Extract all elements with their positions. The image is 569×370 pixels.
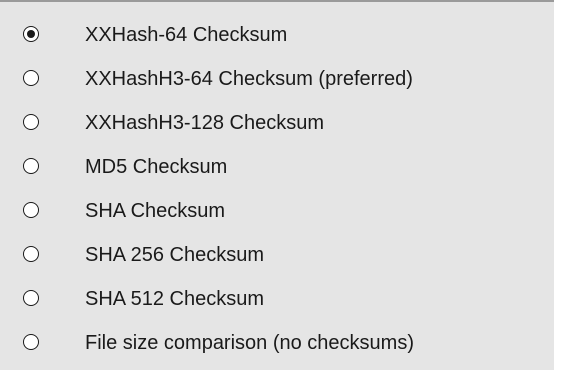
option-label[interactable]: File size comparison (no checksums) [85,331,414,355]
option-sha[interactable]: SHA Checksum [0,191,554,235]
option-xxhashh3-128[interactable]: XXHashH3-128 Checksum [0,103,554,147]
radio-button-icon[interactable] [23,334,39,350]
option-file-size-comparison[interactable]: File size comparison (no checksums) [0,323,554,367]
radio-selected-dot-icon [27,30,35,38]
option-label[interactable]: MD5 Checksum [85,155,227,179]
radio-button-icon[interactable] [23,70,39,86]
option-label[interactable]: XXHashH3-128 Checksum [85,111,324,135]
option-xxhashh3-64[interactable]: XXHashH3-64 Checksum (preferred) [0,59,554,103]
radio-button-icon[interactable] [23,246,39,262]
option-md5[interactable]: MD5 Checksum [0,147,554,191]
option-sha-512[interactable]: SHA 512 Checksum [0,279,554,323]
radio-button-icon[interactable] [23,26,39,42]
option-label[interactable]: SHA Checksum [85,199,225,223]
checksum-radio-group: XXHash-64 Checksum XXHashH3-64 Checksum … [0,15,554,367]
option-label[interactable]: XXHash-64 Checksum [85,23,287,47]
option-xxhash-64[interactable]: XXHash-64 Checksum [0,15,554,59]
radio-button-icon[interactable] [23,114,39,130]
option-label[interactable]: SHA 512 Checksum [85,287,264,311]
radio-button-icon[interactable] [23,290,39,306]
checksum-options-panel: XXHash-64 Checksum XXHashH3-64 Checksum … [0,0,554,370]
radio-button-icon[interactable] [23,158,39,174]
option-sha-256[interactable]: SHA 256 Checksum [0,235,554,279]
option-label[interactable]: XXHashH3-64 Checksum (preferred) [85,67,413,91]
radio-button-icon[interactable] [23,202,39,218]
option-label[interactable]: SHA 256 Checksum [85,243,264,267]
